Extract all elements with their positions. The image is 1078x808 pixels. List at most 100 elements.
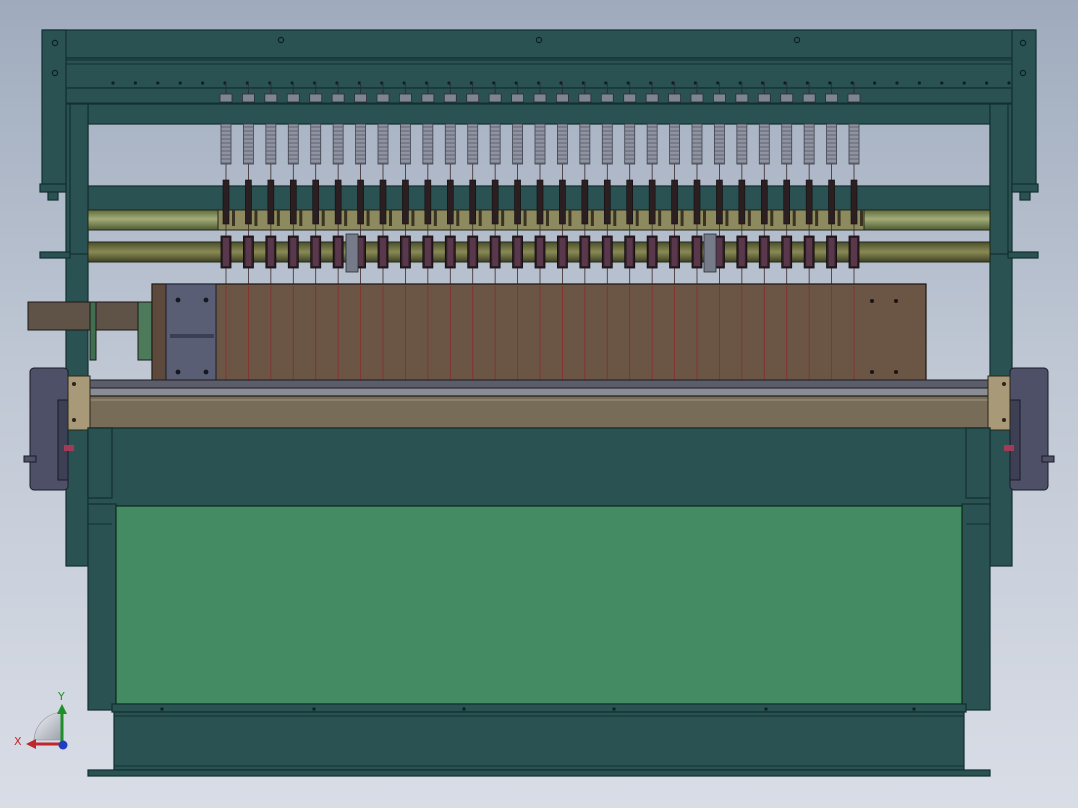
coil-spring [467, 123, 479, 165]
rivet-hole [985, 81, 989, 85]
comb-tooth [613, 210, 617, 226]
rivet-hole [850, 81, 854, 85]
coil-spring [377, 123, 389, 165]
comb-tooth [254, 210, 258, 226]
y-axis-label: Y [57, 690, 65, 703]
hook-block [245, 179, 252, 225]
rivet-hole [783, 81, 787, 85]
rivet-hole [917, 81, 922, 85]
hook-block [491, 179, 499, 225]
spring-clip [668, 93, 681, 103]
coil-spring [220, 123, 232, 165]
spring-clip [533, 93, 547, 103]
hook-block [379, 179, 387, 225]
spring-clip [354, 93, 367, 103]
coil-spring [669, 123, 680, 165]
hook-block [828, 179, 835, 225]
spring-clip [309, 93, 323, 103]
comb-tooth [478, 210, 482, 226]
hook-block [716, 179, 723, 225]
comb-tooth [792, 210, 796, 226]
linear-slide-rail [69, 379, 1009, 429]
hook-block [424, 179, 432, 225]
carriage-plate [151, 283, 927, 389]
coil-spring [758, 123, 770, 165]
coil-spring [826, 123, 837, 165]
spring-clip [757, 93, 771, 103]
coil-spring [534, 123, 546, 165]
comb-tooth [747, 210, 751, 226]
comb-tooth [523, 210, 527, 226]
comb-tooth [770, 210, 774, 226]
rivet-hole [895, 81, 899, 85]
coil-spring [422, 123, 434, 165]
rivet-hole [873, 81, 877, 85]
left-arm-bracket [27, 301, 153, 361]
hook-block [603, 179, 611, 225]
spring-clip [600, 93, 614, 103]
spring-clip [802, 93, 816, 103]
coil-spring [848, 123, 860, 165]
comb-tooth [568, 210, 572, 226]
coil-spring [691, 123, 703, 165]
left-gantry-leg [39, 29, 67, 201]
rail-end-block-right [987, 375, 1011, 431]
spring-clip [713, 93, 726, 103]
z-axis-dot [58, 740, 68, 750]
comb-tooth [860, 210, 863, 226]
coil-spring [736, 123, 748, 165]
rivet-hole [761, 81, 765, 85]
spring-clip [556, 93, 569, 103]
coil-spring [803, 123, 815, 165]
spring-clip [690, 93, 704, 103]
hook-block [312, 179, 320, 225]
hook-block [738, 179, 746, 225]
rivet-hole [133, 81, 137, 85]
comb-tooth [366, 210, 370, 226]
coil-spring [400, 123, 411, 165]
hook-block [222, 179, 230, 225]
coordinate-triad: Y X [14, 690, 68, 750]
coil-spring [489, 123, 501, 165]
rivet-hole [940, 81, 944, 85]
spring-clip [735, 93, 749, 103]
base-bolt-hole [160, 707, 164, 711]
comb-tooth [725, 210, 729, 226]
comb-tooth [389, 210, 392, 226]
comb-tooth [703, 210, 706, 226]
right-motor-housing [1004, 367, 1055, 491]
spring-clip [825, 93, 838, 103]
spring-clip [242, 93, 255, 103]
comb-tooth [815, 210, 819, 226]
hook-block [402, 179, 409, 225]
top-gantry-beam [43, 29, 1035, 105]
spring-clip [376, 93, 390, 103]
hook-block [334, 179, 342, 225]
base-beam [87, 703, 991, 777]
spring-clip [331, 93, 345, 103]
hook-block [648, 179, 656, 225]
rivet-hole [805, 81, 810, 85]
comb-tooth [680, 210, 684, 226]
comb-tooth [635, 210, 639, 226]
roller-clamp [345, 233, 359, 273]
comb-tooth [658, 210, 662, 226]
hook-block [559, 179, 566, 225]
coil-spring [287, 123, 299, 165]
comb-tooth [590, 210, 594, 226]
rivet-hole [962, 81, 966, 85]
hook-block [469, 179, 477, 225]
coil-spring [355, 123, 366, 165]
comb-tooth [276, 210, 280, 226]
spring-clip [399, 93, 412, 103]
base-bolt-hole [912, 707, 916, 711]
spring-clip [264, 93, 278, 103]
cad-viewport[interactable]: Y X [0, 0, 1078, 808]
coil-spring [624, 123, 636, 165]
rivet-hole [201, 81, 205, 85]
work-bed-panel [115, 505, 963, 705]
base-bolt-hole [764, 707, 768, 711]
coil-spring [265, 123, 277, 165]
rivet-hole [738, 81, 742, 85]
rivet-hole [828, 81, 832, 85]
